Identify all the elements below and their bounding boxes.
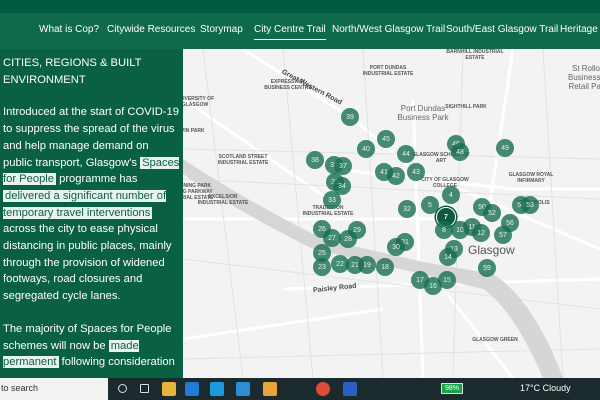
map-marker-57[interactable]: 57 [494, 226, 512, 244]
store-icon[interactable] [263, 382, 277, 396]
battery-indicator[interactable]: 98% [441, 383, 463, 394]
file-explorer-icon[interactable] [162, 382, 176, 396]
story-panel: CITIES, REGIONS & BUILT ENVIRONMENT Intr… [0, 49, 183, 378]
map-marker-15[interactable]: 15 [438, 271, 456, 289]
edge-icon[interactable] [210, 382, 224, 396]
text: following consideration [58, 356, 175, 369]
map-marker-19[interactable]: 19 [358, 256, 376, 274]
city-label: Glasgow [468, 243, 515, 257]
map-label: CANNING PARKWAY INDUSTRIAL ESTATE [183, 189, 214, 201]
text: The majority of Spaces for People scheme… [3, 322, 172, 352]
trail-map[interactable]: Great Western Road Paisley Road UNIVERSI… [183, 49, 600, 378]
nav-citywide-resources[interactable]: Citywide Resources [107, 24, 195, 35]
map-base [183, 49, 600, 378]
map-marker-59[interactable]: 59 [478, 259, 496, 277]
map-marker-14[interactable]: 14 [439, 248, 457, 266]
map-marker-42[interactable]: 42 [387, 167, 405, 185]
map-label: KELVIN PARK [183, 128, 205, 134]
map-label: EXPRESSWAY BUSINESS CENTRE [264, 79, 312, 91]
chrome-icon[interactable] [316, 382, 330, 396]
place-label: St Rollox Business & Retail Park [567, 64, 600, 91]
map-marker-30[interactable]: 30 [387, 238, 405, 256]
nav-south-east-trail[interactable]: South/East Glasgow Trail [446, 24, 558, 35]
nav-north-west-trail[interactable]: North/West Glasgow Trail [332, 24, 445, 35]
map-label: GLASGOW GREEN [472, 337, 518, 343]
nav-city-centre-trail[interactable]: City Centre Trail [254, 24, 326, 40]
weather-widget[interactable]: 17°C Cloudy [520, 383, 571, 393]
map-marker-49[interactable]: 49 [496, 139, 514, 157]
map-label: UNIVERSITY OF GLASGOW [183, 96, 215, 108]
second-paragraph: The majority of Spaces for People scheme… [3, 321, 180, 371]
text: programme has [56, 173, 138, 186]
map-marker-33[interactable]: 33 [323, 191, 341, 209]
link-interventions[interactable]: delivered a significant number of tempor… [3, 189, 167, 219]
word-icon[interactable] [343, 382, 357, 396]
main-nav: What is Cop? Citywide Resources Storymap… [0, 13, 600, 49]
map-label: BARNHILL INDUSTRIAL ESTATE [446, 49, 504, 61]
map-marker-44[interactable]: 44 [397, 145, 415, 163]
task-view-icon[interactable] [140, 384, 149, 393]
map-marker-40[interactable]: 40 [357, 140, 375, 158]
map-marker-53[interactable]: 53 [521, 196, 539, 214]
nav-heritage-trail[interactable]: Heritage Trail [560, 24, 600, 35]
taskbar-search[interactable]: to search [0, 378, 108, 400]
map-label: GLASGOW ROYAL INFIRMARY [508, 172, 554, 184]
nav-what-is-cop[interactable]: What is Cop? [39, 24, 99, 35]
map-marker-32[interactable]: 32 [398, 200, 416, 218]
cortana-icon[interactable] [118, 384, 127, 393]
section-heading: CITIES, REGIONS & BUILT ENVIRONMENT [3, 57, 142, 86]
map-marker-12[interactable]: 12 [472, 224, 490, 242]
mail-icon[interactable] [236, 382, 250, 396]
intro-paragraph: Introduced at the start of COVID-19 to s… [3, 104, 180, 304]
map-marker-38[interactable]: 38 [306, 151, 324, 169]
site-header [0, 0, 600, 13]
map-marker-48[interactable]: 48 [451, 143, 469, 161]
text: across the city to ease physical distanc… [3, 223, 172, 303]
map-marker-43[interactable]: 43 [407, 163, 425, 181]
nav-storymap[interactable]: Storymap [200, 24, 243, 35]
taskbar: to search 98% 17°C Cloudy [0, 378, 600, 400]
map-marker-4[interactable]: 4 [442, 186, 460, 204]
app-l-icon[interactable] [185, 382, 199, 396]
map-label: SCOTLAND STREET INDUSTRIAL ESTATE [217, 154, 269, 166]
map-marker-29[interactable]: 29 [348, 221, 366, 239]
map-label: PORT DUNDAS INDUSTRIAL ESTATE [362, 65, 414, 77]
map-marker-18[interactable]: 18 [376, 258, 394, 276]
map-marker-23[interactable]: 23 [313, 258, 331, 276]
map-marker-45[interactable]: 45 [377, 130, 395, 148]
map-marker-39[interactable]: 39 [341, 108, 359, 126]
map-marker-52[interactable]: 52 [483, 204, 501, 222]
place-label: Port Dundas Business Park [397, 104, 449, 122]
